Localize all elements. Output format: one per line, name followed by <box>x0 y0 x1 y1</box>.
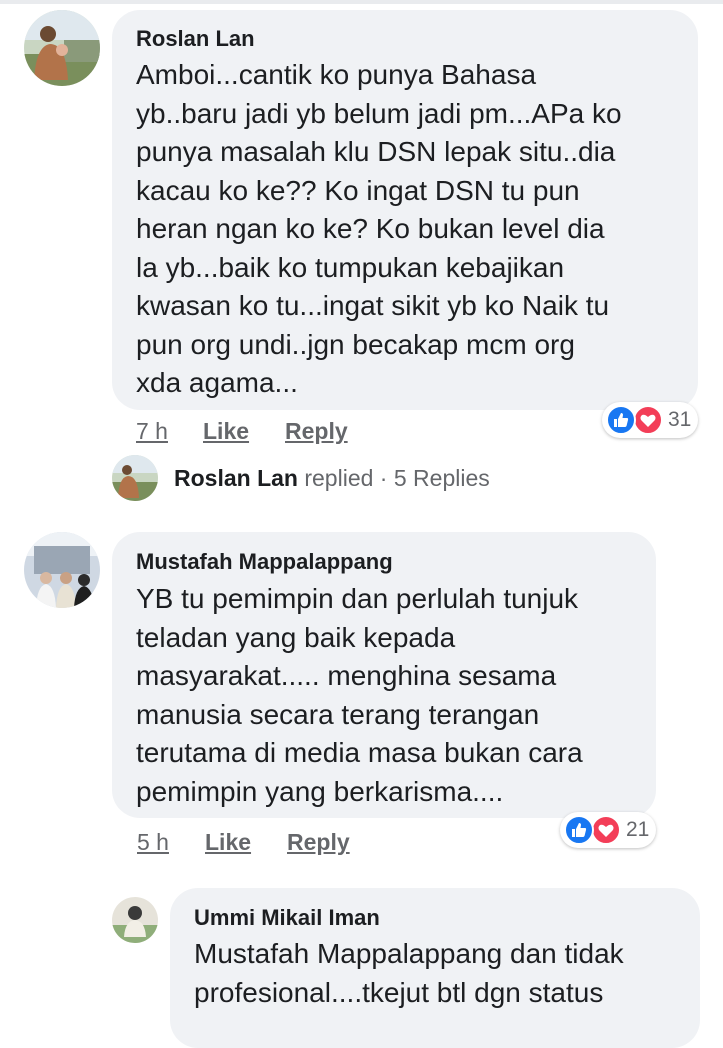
avatar[interactable] <box>112 897 158 943</box>
reaction-summary[interactable]: 21 <box>560 812 656 848</box>
thumbs-up-icon <box>606 405 636 435</box>
comment-author[interactable]: Ummi Mikail Iman <box>194 905 380 931</box>
reply-button[interactable]: Reply <box>287 829 350 856</box>
reaction-summary[interactable]: 31 <box>602 402 698 438</box>
avatar[interactable] <box>24 532 100 608</box>
comment-text: YB tu pemimpin dan perlulah tunjuk telad… <box>136 583 583 807</box>
like-button[interactable]: Like <box>205 829 251 856</box>
top-divider <box>0 0 723 4</box>
reaction-count: 31 <box>668 408 692 431</box>
reply-button[interactable]: Reply <box>285 418 348 445</box>
replies-count: 5 Replies <box>393 465 490 491</box>
comment-timestamp[interactable]: 5 h <box>137 829 169 856</box>
comment-text: Mustafah Mappalappang dan tidak profesio… <box>194 938 624 1008</box>
avatar[interactable] <box>112 455 158 501</box>
heart-icon <box>591 815 621 845</box>
comment-timestamp[interactable]: 7 h <box>136 418 168 445</box>
thumbs-up-icon <box>564 815 594 845</box>
replies-summary[interactable]: Roslan Lan replied · 5 Replies <box>174 465 490 492</box>
comment-author[interactable]: Mustafah Mappalappang <box>136 549 393 575</box>
like-button[interactable]: Like <box>203 418 249 445</box>
heart-icon <box>633 405 663 435</box>
separator: · <box>379 465 388 491</box>
comment-author[interactable]: Roslan Lan <box>136 26 255 52</box>
comment-text: Amboi...cantik ko punya Bahasa yb..baru … <box>136 59 622 398</box>
reply-author: Roslan Lan <box>174 465 298 491</box>
reaction-count: 21 <box>626 818 650 841</box>
replied-label: replied <box>304 465 374 491</box>
avatar[interactable] <box>24 10 100 86</box>
